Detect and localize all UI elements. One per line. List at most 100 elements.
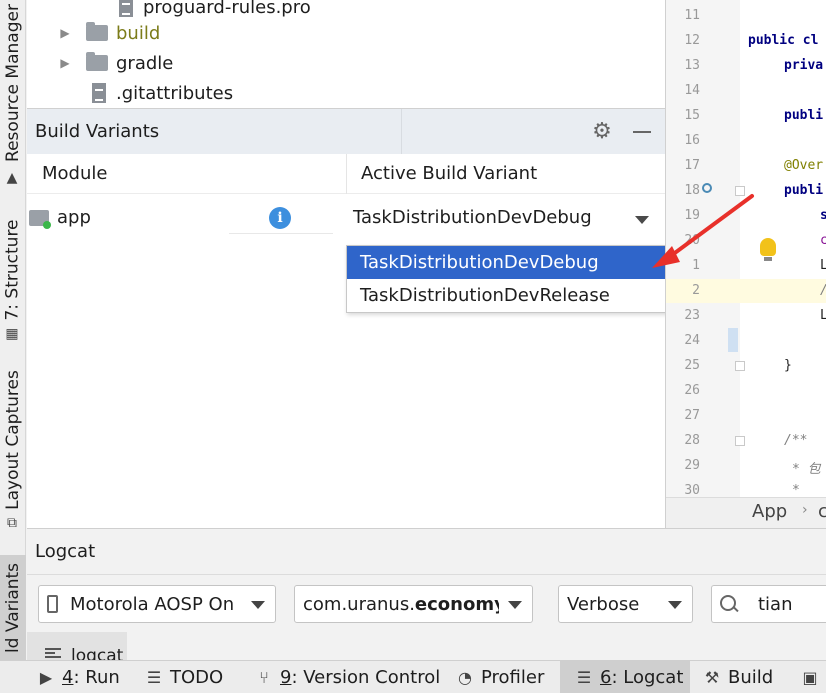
line-number: 17 [684, 158, 700, 173]
logcat-panel: Logcat Motorola AOSP On com.uranus.econo… [27, 528, 826, 661]
run-tab[interactable]: ▶ 4: Run [36, 661, 120, 693]
table-row[interactable]: app i TaskDistributionDevDebug [27, 199, 665, 239]
table-header: Module Active Build Variant [27, 154, 665, 194]
fold-marker-icon[interactable] [735, 186, 745, 196]
run-tab-number: 4 [62, 667, 74, 688]
column-header-variant[interactable]: Active Build Variant [361, 163, 537, 184]
variant-dropdown: TaskDistributionDevDebug TaskDistributio… [346, 245, 679, 313]
code-line: L [820, 258, 826, 273]
chevron-down-icon[interactable] [508, 601, 522, 609]
file-icon [92, 83, 106, 103]
structure-icon: ▦ [5, 326, 19, 342]
log-level-select[interactable]: Verbose [558, 585, 693, 623]
profiler-icon: ◔ [458, 668, 472, 687]
tree-item-gitattributes[interactable]: .gitattributes [92, 79, 233, 107]
code-line: public cl [748, 33, 819, 48]
search-icon[interactable] [720, 594, 742, 614]
override-gutter-icon[interactable] [702, 183, 712, 193]
logcat-tab[interactable]: logcat [27, 632, 127, 661]
file-icon [119, 0, 133, 17]
fold-marker-icon[interactable] [735, 361, 745, 371]
run-icon: ▶ [39, 668, 53, 687]
logcat-icon: ☰ [576, 668, 592, 687]
version-control-tab[interactable]: ⑂ 9: Version Control [254, 661, 440, 693]
tree-item-label: .gitattributes [116, 82, 234, 104]
info-icon[interactable]: i [269, 207, 291, 229]
code-line: } [784, 358, 792, 373]
package-name: economy [414, 593, 499, 615]
logcat-tool-tab[interactable]: ☰ 6: Logcat [560, 661, 690, 693]
logcat-search-input[interactable]: tian [711, 585, 826, 623]
minimize-icon[interactable] [631, 121, 653, 143]
layout-captures-icon: ⧉ [7, 515, 17, 531]
build-tab-label: Build [728, 667, 774, 688]
logcat-tab-label: logcat [71, 646, 124, 661]
breadcrumb-separator-icon: › [802, 502, 808, 518]
line-number: 28 [684, 433, 700, 448]
line-number: 24 [684, 333, 700, 348]
tree-item-gradle[interactable]: ▶ gradle [58, 49, 173, 77]
device-select-value: Motorola AOSP On [70, 593, 235, 615]
module-info-cell: i [229, 202, 333, 234]
tree-item-proguard[interactable]: proguard-rules.pro [119, 0, 311, 21]
line-number: 1 [692, 258, 700, 273]
code-line: / [820, 283, 826, 298]
tree-item-label: gradle [116, 52, 174, 74]
line-number: 16 [684, 133, 700, 148]
package-select-value: com.uranus.economy [303, 594, 499, 615]
more-tab[interactable]: ▣ [800, 661, 826, 693]
logcat-tool-label: : Logcat [611, 667, 684, 688]
left-tool-strip: Resource Manager ▲ 7: Structure ▦ Layout… [0, 0, 26, 660]
module-icon [29, 210, 51, 229]
dropdown-option-debug[interactable]: TaskDistributionDevDebug [347, 246, 678, 279]
lightbulb-icon[interactable] [760, 238, 776, 261]
breadcrumb: App › c [666, 497, 826, 528]
code-line: * [792, 483, 800, 498]
chevron-down-icon[interactable] [635, 216, 649, 224]
logcat-tool-number: 6 [600, 667, 612, 688]
build-variants-header: Build Variants ⚙ [27, 109, 665, 154]
code-editor[interactable]: 11 12 13 14 15 16 17 18 19 20 1 2 23 24 … [665, 0, 826, 528]
version-control-label: : Version Control [291, 667, 441, 688]
chevron-down-icon[interactable] [251, 601, 265, 609]
line-number: 11 [684, 8, 700, 23]
breadcrumb-item[interactable]: c [818, 501, 826, 522]
line-number: 26 [684, 383, 700, 398]
line-number: 14 [684, 83, 700, 98]
line-number: 2 [692, 283, 700, 298]
code-line: s [820, 208, 826, 223]
expand-arrow-icon[interactable]: ▶ [58, 56, 72, 70]
breadcrumb-item[interactable]: App [752, 501, 787, 522]
line-number: 13 [684, 58, 700, 73]
structure-tab[interactable]: 7: Structure [0, 210, 26, 330]
line-number: 23 [684, 308, 700, 323]
tool-window-bar: ▶ 4: Run ☰ TODO ⑂ 9: Version Control ◔ P… [0, 660, 826, 693]
hammer-icon: ⚒ [704, 668, 720, 687]
fold-marker-icon[interactable] [735, 436, 745, 446]
variant-select[interactable]: TaskDistributionDevDebug [353, 207, 592, 228]
code-line: L [820, 308, 826, 323]
logcat-tab-icon [45, 648, 61, 658]
gear-icon[interactable]: ⚙ [591, 121, 613, 143]
build-variants-panel: Build Variants ⚙ Module Active Build Var… [27, 108, 665, 528]
device-select[interactable]: Motorola AOSP On [38, 585, 276, 623]
tree-item-build[interactable]: ▶ build [58, 19, 160, 47]
profiler-tab[interactable]: ◔ Profiler [455, 661, 544, 693]
build-tab[interactable]: ⚒ Build [702, 661, 773, 693]
folder-icon [86, 52, 108, 71]
line-number: 18 [684, 183, 700, 198]
line-number: 19 [684, 208, 700, 223]
code-line: c [820, 233, 826, 248]
chevron-down-icon[interactable] [668, 601, 682, 609]
code-line: /** [784, 433, 808, 448]
build-variants-tab[interactable]: ld Variants [0, 555, 26, 660]
status-dot [43, 221, 51, 229]
column-header-module[interactable]: Module [42, 163, 107, 184]
dropdown-option-release[interactable]: TaskDistributionDevRelease [347, 279, 678, 312]
resource-manager-tab[interactable]: Resource Manager [0, 0, 26, 165]
layout-captures-tab[interactable]: Layout Captures [0, 365, 26, 515]
search-value: tian [758, 593, 793, 615]
todo-tab[interactable]: ☰ TODO [144, 661, 223, 693]
package-select[interactable]: com.uranus.economy [294, 585, 533, 623]
expand-arrow-icon[interactable]: ▶ [58, 26, 72, 40]
